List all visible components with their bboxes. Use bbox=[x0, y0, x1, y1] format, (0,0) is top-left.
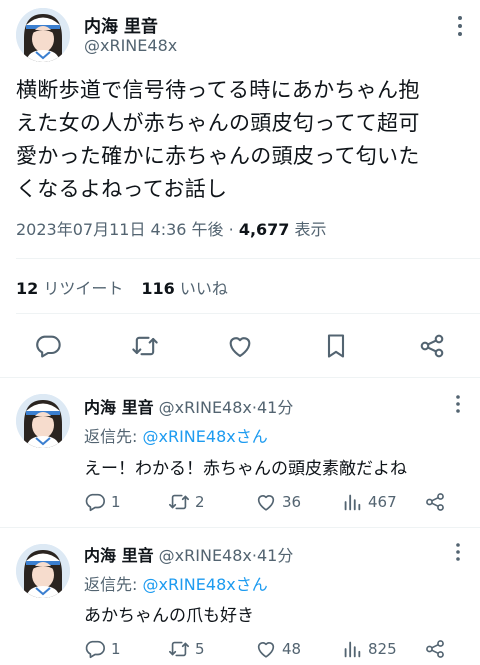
tweet-text-line: くなるよねってお話し bbox=[16, 177, 228, 201]
share-icon[interactable] bbox=[424, 489, 446, 515]
reply-avatar[interactable] bbox=[16, 394, 70, 448]
tweet-text: 横断歩道で信号待ってる時にあかちゃん抱 えた女の人が赤ちゃんの頭皮匂ってて超可 … bbox=[16, 74, 466, 206]
tweet-action-bar bbox=[0, 328, 480, 364]
meta-separator: · bbox=[228, 220, 234, 239]
retweet-count: 2 bbox=[195, 493, 205, 511]
reply-tweet[interactable]: 内海 里音 @xRINE48x·41分 返信先: @xRINE48xさん えー！… bbox=[0, 378, 480, 528]
reply-header: 内海 里音 @xRINE48x·41分 bbox=[84, 394, 293, 418]
reply-action-like[interactable]: 36 bbox=[255, 489, 301, 515]
reply-tweet[interactable]: 内海 里音 @xRINE48x·41分 返信先: @xRINE48xさん あかち… bbox=[0, 528, 480, 665]
reply-to: 返信先: @xRINE48xさん bbox=[84, 571, 268, 595]
reply-icon bbox=[85, 640, 105, 659]
retweets-count: 12 bbox=[16, 279, 39, 298]
tweet-text-line: 横断歩道で信号待ってる時にあかちゃん抱 bbox=[16, 78, 420, 102]
reply-to-handle-link[interactable]: @xRINE48xさん bbox=[143, 575, 268, 594]
like-icon[interactable] bbox=[226, 332, 254, 360]
reply-action-bar: 1 5 48 825 bbox=[84, 636, 464, 662]
reply-icon[interactable] bbox=[34, 332, 62, 360]
engagement-stats: 12 リツイート 116 いいね bbox=[16, 275, 228, 299]
reply-author-handle[interactable]: @xRINE48x bbox=[159, 546, 252, 565]
reply-to-label: 返信先: bbox=[84, 427, 138, 446]
reply-author-name[interactable]: 内海 里音 bbox=[84, 546, 154, 565]
reply-action-like[interactable]: 48 bbox=[255, 636, 301, 662]
reply-action-retweet[interactable]: 5 bbox=[168, 636, 205, 662]
views-count: 4,677 bbox=[238, 220, 290, 239]
retweet-count: 5 bbox=[195, 640, 205, 658]
tweet-timestamp[interactable]: 2023年07月11日 4:36 午後 bbox=[16, 220, 224, 239]
likes-stat[interactable]: 116 いいね bbox=[141, 279, 228, 298]
like-icon bbox=[257, 495, 275, 511]
reply-icon bbox=[85, 493, 105, 512]
tweet-text-line: 愛かった確かに赤ちゃんの頭皮って匂いた bbox=[16, 144, 420, 168]
reply-action-reply[interactable]: 1 bbox=[84, 489, 121, 515]
views-icon bbox=[344, 641, 361, 658]
reply-author-handle[interactable]: @xRINE48x bbox=[159, 398, 252, 417]
divider bbox=[16, 313, 480, 314]
reply-author-name[interactable]: 内海 里音 bbox=[84, 398, 154, 417]
avatar-image bbox=[16, 544, 70, 598]
author-name[interactable]: 内海 里音 bbox=[84, 12, 158, 37]
share-icon[interactable] bbox=[418, 332, 446, 360]
reply-to: 返信先: @xRINE48xさん bbox=[84, 423, 268, 447]
likes-label: いいね bbox=[179, 279, 228, 298]
reply-action-reply[interactable]: 1 bbox=[84, 636, 121, 662]
retweet-icon bbox=[169, 494, 189, 510]
reply-to-label: 返信先: bbox=[84, 575, 138, 594]
reply-text: えー！わかる！赤ちゃんの頭皮素敵だよね bbox=[84, 459, 407, 479]
divider bbox=[16, 258, 480, 259]
reply-time[interactable]: 41分 bbox=[257, 546, 293, 565]
reply-header: 内海 里音 @xRINE48x·41分 bbox=[84, 542, 293, 566]
like-icon bbox=[257, 642, 275, 658]
views-icon bbox=[344, 494, 361, 511]
reply-action-retweet[interactable]: 2 bbox=[168, 489, 205, 515]
reply-count: 1 bbox=[111, 493, 121, 511]
bookmark-icon[interactable] bbox=[322, 332, 350, 360]
reply-to-handle-link[interactable]: @xRINE48xさん bbox=[143, 427, 268, 446]
views-label: 表示 bbox=[294, 220, 327, 239]
author-handle[interactable]: @xRINE48x bbox=[84, 36, 177, 55]
reply-count: 1 bbox=[111, 640, 121, 658]
reply-avatar[interactable] bbox=[16, 544, 70, 598]
reply-text: あかちゃんの爪も好き bbox=[84, 606, 254, 626]
retweet-icon[interactable] bbox=[131, 332, 159, 360]
tweet-meta: 2023年07月11日 4:36 午後 · 4,677 表示 bbox=[16, 216, 327, 240]
author-avatar[interactable] bbox=[16, 8, 70, 62]
reply-action-views[interactable]: 825 bbox=[341, 636, 397, 662]
views-count: 825 bbox=[368, 640, 397, 658]
avatar-image bbox=[16, 8, 70, 62]
retweet-icon bbox=[169, 641, 189, 657]
like-count: 48 bbox=[282, 640, 302, 658]
more-options-icon[interactable] bbox=[448, 392, 468, 416]
retweets-stat[interactable]: 12 リツイート bbox=[16, 279, 123, 298]
views-count: 467 bbox=[368, 493, 397, 511]
tweet-text-line: えた女の人が赤ちゃんの頭皮匂ってて超可 bbox=[16, 111, 420, 135]
share-icon[interactable] bbox=[424, 636, 446, 662]
more-options-icon[interactable] bbox=[450, 12, 470, 40]
avatar-image bbox=[16, 394, 70, 448]
reply-action-views[interactable]: 467 bbox=[341, 489, 397, 515]
reply-time[interactable]: 41分 bbox=[257, 398, 293, 417]
more-options-icon[interactable] bbox=[448, 540, 468, 564]
likes-count: 116 bbox=[141, 279, 175, 298]
like-count: 36 bbox=[282, 493, 302, 511]
reply-action-bar: 1 2 36 467 bbox=[84, 489, 464, 515]
retweets-label: リツイート bbox=[43, 279, 124, 298]
